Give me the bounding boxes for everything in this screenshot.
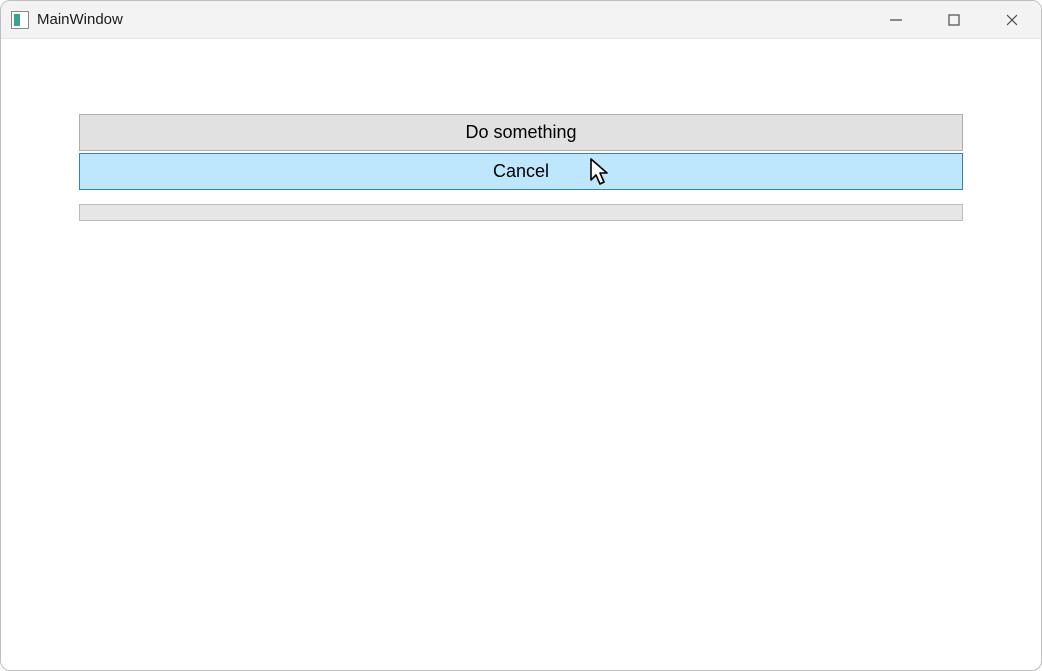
minimize-button[interactable] — [867, 1, 925, 38]
maximize-icon — [947, 13, 961, 27]
main-window: MainWindow Do something Cancel — [0, 0, 1042, 671]
progress-bar — [79, 204, 963, 221]
close-icon — [1005, 13, 1019, 27]
window-title: MainWindow — [37, 11, 867, 28]
client-area: Do something Cancel — [1, 39, 1041, 221]
app-icon — [11, 11, 29, 29]
cancel-button[interactable]: Cancel — [79, 153, 963, 190]
window-controls — [867, 1, 1041, 38]
do-something-button[interactable]: Do something — [79, 114, 963, 151]
minimize-icon — [889, 13, 903, 27]
titlebar: MainWindow — [1, 1, 1041, 39]
close-button[interactable] — [983, 1, 1041, 38]
maximize-button[interactable] — [925, 1, 983, 38]
